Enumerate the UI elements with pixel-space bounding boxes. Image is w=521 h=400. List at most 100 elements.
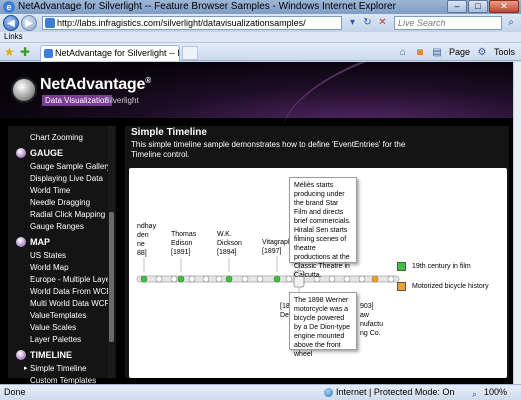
tools-gear-icon: ⚙ bbox=[477, 46, 487, 58]
security-zone[interactable]: Internet | Protected Mode: On bbox=[324, 385, 454, 400]
feeds-icon[interactable]: ◙ bbox=[413, 47, 427, 58]
search-icon[interactable]: ⌕ bbox=[504, 16, 518, 30]
sidebar-item-us-states[interactable]: US States bbox=[8, 250, 116, 262]
sidebar-item-simple-timeline[interactable]: Simple Timeline bbox=[8, 363, 116, 375]
sample-navigation: Chart Zooming GAUGE Gauge Sample Gallery… bbox=[8, 126, 116, 384]
print-icon[interactable]: ▤ bbox=[430, 47, 444, 58]
event-marker bbox=[328, 275, 336, 283]
page-menu[interactable]: Page bbox=[447, 47, 472, 57]
sidebar-item-value-templates[interactable]: ValueTemplates bbox=[8, 310, 116, 322]
page-scrollbar[interactable] bbox=[513, 62, 521, 384]
window-title: NetAdvantage for Silverlight -- Feature … bbox=[18, 1, 396, 12]
event-marker bbox=[358, 275, 366, 283]
map-group-icon bbox=[16, 237, 26, 247]
event-label: W.K. Dickson [1894] bbox=[217, 231, 242, 256]
event-label: Vitagraph [1897] bbox=[262, 239, 292, 255]
address-bar: ◀ ▶ http://labs.infragistics.com/silverl… bbox=[0, 14, 521, 32]
minimize-button[interactable]: – bbox=[447, 0, 467, 13]
sidebar-item-europe-layer[interactable]: Europe - Multiple Layer bbox=[8, 274, 116, 286]
globe-icon bbox=[324, 388, 333, 397]
sidebar-group-label: TIMELINE bbox=[30, 350, 72, 360]
sidebar-group-timeline[interactable]: TIMELINE bbox=[8, 348, 116, 362]
search-input[interactable]: Live Search bbox=[394, 16, 502, 30]
sidebar-item-needle-dragging[interactable]: Needle Dragging bbox=[8, 197, 116, 209]
sidebar-item-gauge-gallery[interactable]: Gauge Sample Gallery bbox=[8, 161, 116, 173]
netadvantage-logo-icon bbox=[11, 77, 37, 103]
stop-icon[interactable]: ✕ bbox=[376, 16, 389, 29]
zoom-level: 100% bbox=[484, 387, 508, 397]
event-marker-film bbox=[177, 275, 185, 283]
logo-reg: ® bbox=[145, 76, 151, 85]
legend-label: Motorized bicycle history bbox=[412, 283, 489, 290]
status-text: Done bbox=[4, 387, 26, 397]
links-bar: Links bbox=[0, 32, 521, 43]
zoom-icon: ⌕ bbox=[472, 389, 478, 399]
new-tab-button[interactable] bbox=[182, 46, 198, 60]
sidebar-item-world-data-wcf[interactable]: World Data From WCF bbox=[8, 286, 116, 298]
event-label: Thomas Edison [1891] bbox=[171, 231, 197, 256]
logo-platform: Silverlight bbox=[104, 96, 139, 105]
sidebar-item-live-data[interactable]: Displaying Live Data bbox=[8, 173, 116, 185]
sidebar-scrollbar[interactable] bbox=[108, 126, 115, 378]
event-callout-motorcycle: The 1898 Werner motorcycle was a bicycle… bbox=[289, 292, 357, 358]
zone-label: Internet | Protected Mode: On bbox=[336, 387, 455, 397]
legend-swatch bbox=[397, 282, 406, 291]
legend-swatch bbox=[397, 262, 406, 271]
event-marker-film bbox=[273, 275, 281, 283]
timeline-control: ndhay den ne 88] Thomas Edison [1891] W.… bbox=[129, 168, 507, 378]
tab-bar: ★ ✚ NetAdvantage for Silverlight -- Feat… bbox=[0, 43, 521, 61]
sidebar-group-label: MAP bbox=[30, 237, 50, 247]
url-text: http://labs.infragistics.com/silverlight… bbox=[57, 18, 306, 28]
refresh-icon[interactable]: ↻ bbox=[361, 16, 374, 29]
sidebar-item-gauge-ranges[interactable]: Gauge Ranges bbox=[8, 221, 116, 233]
logo-subtitle: Data Visualization bbox=[42, 95, 112, 106]
sidebar-group-map[interactable]: MAP bbox=[8, 235, 116, 249]
url-input[interactable]: http://labs.infragistics.com/silverlight… bbox=[42, 16, 342, 30]
home-icon[interactable]: ⌂ bbox=[396, 47, 410, 58]
event-marker bbox=[188, 275, 196, 283]
sidebar-group-gauge[interactable]: GAUGE bbox=[8, 146, 116, 160]
page-title: Simple Timeline bbox=[131, 127, 207, 138]
sample-panel: Simple Timeline This simple timeline sam… bbox=[125, 126, 509, 378]
favorites-star-icon[interactable]: ★ bbox=[4, 45, 15, 59]
sidebar-item-world-map[interactable]: World Map bbox=[8, 262, 116, 274]
event-marker bbox=[215, 275, 223, 283]
sidebar-item-multi-world-wcf[interactable]: Multi World Data WCF bbox=[8, 298, 116, 310]
links-label[interactable]: Links bbox=[4, 32, 23, 41]
forward-button[interactable]: ▶ bbox=[21, 15, 37, 31]
sidebar-item-value-scales[interactable]: Value Scales bbox=[8, 322, 116, 334]
sidebar-item-chart-zooming[interactable]: Chart Zooming bbox=[8, 132, 116, 144]
event-marker bbox=[241, 275, 249, 283]
logo-text: NetAdvantage® bbox=[40, 76, 151, 94]
maximize-button[interactable]: □ bbox=[468, 0, 488, 13]
window-controls: – □ ✕ bbox=[447, 0, 519, 14]
sidebar-item-world-time[interactable]: World Time bbox=[8, 185, 116, 197]
sidebar-item-custom-templates[interactable]: Custom Templates bbox=[8, 375, 116, 384]
command-bar: ⌂ ◙ ▤ Page ⚙ Tools bbox=[396, 45, 517, 59]
sample-description: This simple timeline sample demonstrates… bbox=[131, 140, 406, 159]
back-button[interactable]: ◀ bbox=[3, 15, 19, 31]
event-marker bbox=[256, 275, 264, 283]
tab-active[interactable]: NetAdvantage for Silverlight -- Feature … bbox=[40, 45, 180, 61]
zoom-control[interactable]: ⌕ 100% bbox=[472, 385, 507, 400]
event-marker bbox=[155, 275, 163, 283]
sidebar-item-layer-palettes[interactable]: Layer Palettes bbox=[8, 334, 116, 346]
event-marker-motorcycle bbox=[371, 275, 379, 283]
sidebar-item-radial-click[interactable]: Radial Click Mapping bbox=[8, 209, 116, 221]
window-title-bar: e NetAdvantage for Silverlight -- Featur… bbox=[0, 0, 521, 14]
timeline-group-icon bbox=[16, 350, 26, 360]
sidebar-scroll-thumb[interactable] bbox=[109, 212, 114, 342]
event-marker bbox=[202, 275, 210, 283]
event-label: ndhay den ne 88] bbox=[137, 223, 157, 257]
status-bar: Done Internet | Protected Mode: On ⌕ 100… bbox=[0, 384, 521, 400]
event-callout-film: Méliès starts producing under the brand … bbox=[289, 177, 357, 279]
address-tools: ▾ ↻ ✕ bbox=[346, 16, 390, 30]
event-marker bbox=[343, 275, 351, 283]
event-marker-film bbox=[225, 275, 233, 283]
browser-viewport: NetAdvantage® Data Visualization Silverl… bbox=[0, 62, 521, 384]
close-button[interactable]: ✕ bbox=[489, 0, 519, 13]
add-favorites-icon[interactable]: ✚ bbox=[20, 45, 30, 59]
dropdown-icon[interactable]: ▾ bbox=[346, 16, 359, 29]
tools-menu[interactable]: Tools bbox=[492, 47, 517, 57]
ie-logo-icon: e bbox=[3, 1, 15, 13]
